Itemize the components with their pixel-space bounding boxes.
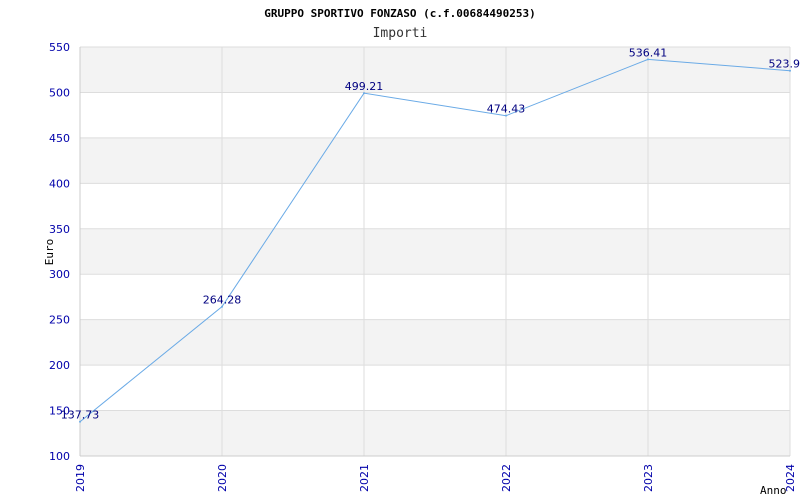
y-tick-label: 450 [49, 132, 70, 145]
y-tick-label: 100 [49, 450, 70, 463]
y-tick-label: 250 [49, 314, 70, 327]
grid-bands [80, 47, 790, 456]
x-tick-label: 2019 [74, 464, 87, 492]
line-chart: 100150200250300350400450500550 2019 2020 2… [43, 7, 800, 497]
y-tick-label: 300 [49, 268, 70, 281]
x-tick-label: 2022 [500, 464, 513, 492]
chart-title: GRUPPO SPORTIVO FONZASO (c.f.00684490253… [264, 7, 536, 20]
x-tick-label: 2023 [642, 464, 655, 492]
grid-band [80, 47, 790, 93]
x-tick-label: 2020 [216, 464, 229, 492]
x-tick-label: 2021 [358, 464, 371, 492]
y-axis-label: Euro [43, 239, 56, 266]
grid-band [80, 137, 790, 184]
data-label: 137.73 [61, 409, 100, 422]
y-tick-label: 350 [49, 223, 70, 236]
y-tick-label: 500 [49, 86, 70, 99]
y-tick-label: 550 [49, 41, 70, 54]
x-tick-labels: 2019 2020 2021 2022 2023 2024 [74, 464, 797, 492]
grid-band [80, 410, 790, 456]
data-label: 264.28 [203, 294, 242, 307]
data-label: 474.43 [487, 103, 526, 116]
data-label: 499.21 [345, 80, 384, 93]
x-axis-label: Anno [760, 484, 787, 497]
data-label: 523.9 [769, 58, 800, 71]
chart-subtitle: Importi [373, 26, 428, 41]
grid-band [80, 319, 790, 366]
data-label: 536.41 [629, 46, 668, 59]
y-tick-label: 400 [49, 177, 70, 190]
y-tick-label: 200 [49, 359, 70, 372]
grid-band [80, 228, 790, 275]
